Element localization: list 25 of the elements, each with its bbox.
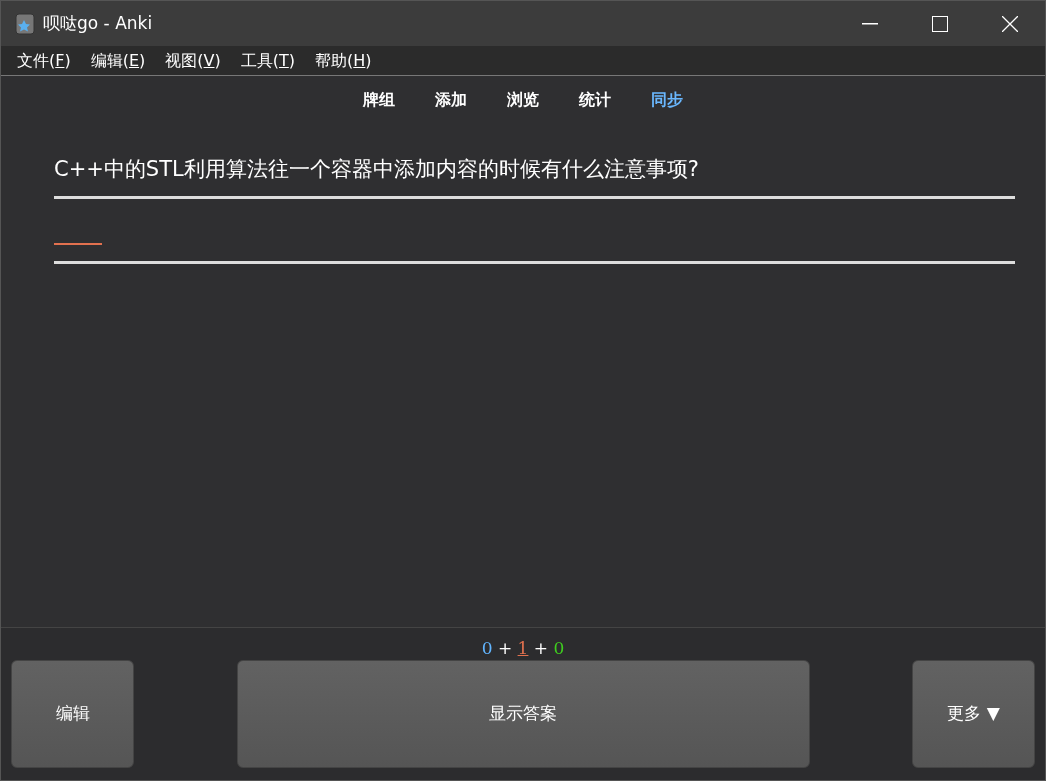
due-count: 0	[481, 638, 493, 658]
menu-item[interactable]: 编辑(E)	[80, 48, 156, 73]
more-button[interactable]: 更多 ▼	[912, 660, 1035, 768]
toolbar-link[interactable]: 同步	[651, 88, 683, 112]
window-title: 呗哒go - Anki	[43, 11, 153, 35]
toolbar-link[interactable]: 添加	[435, 88, 467, 112]
close-icon	[1002, 15, 1018, 32]
toolbar-link[interactable]: 牌组	[363, 88, 395, 112]
answer-blank-line	[54, 242, 102, 245]
plus-sign: +	[532, 638, 550, 658]
minimize-icon	[862, 22, 878, 25]
menu-item[interactable]: 文件(F)	[7, 48, 81, 73]
edit-button[interactable]: 编辑	[11, 660, 134, 768]
toolbar-link[interactable]: 统计	[579, 88, 611, 112]
toolbar-link[interactable]: 浏览	[507, 88, 539, 112]
menu-item[interactable]: 帮助(H)	[305, 48, 382, 73]
due-count: 0	[553, 638, 565, 658]
menu-item[interactable]: 工具(T)	[230, 48, 306, 73]
maximize-icon	[932, 15, 948, 32]
due-count: 1	[517, 638, 529, 658]
menu-item[interactable]: 视图(V)	[155, 48, 231, 73]
app-icon	[15, 12, 35, 35]
show-answer-button[interactable]: 显示答案	[236, 660, 810, 768]
plus-sign: +	[496, 638, 514, 658]
question-text: C++中的STL利用算法往一个容器中添加内容的时候有什么注意事项?	[54, 154, 1015, 199]
